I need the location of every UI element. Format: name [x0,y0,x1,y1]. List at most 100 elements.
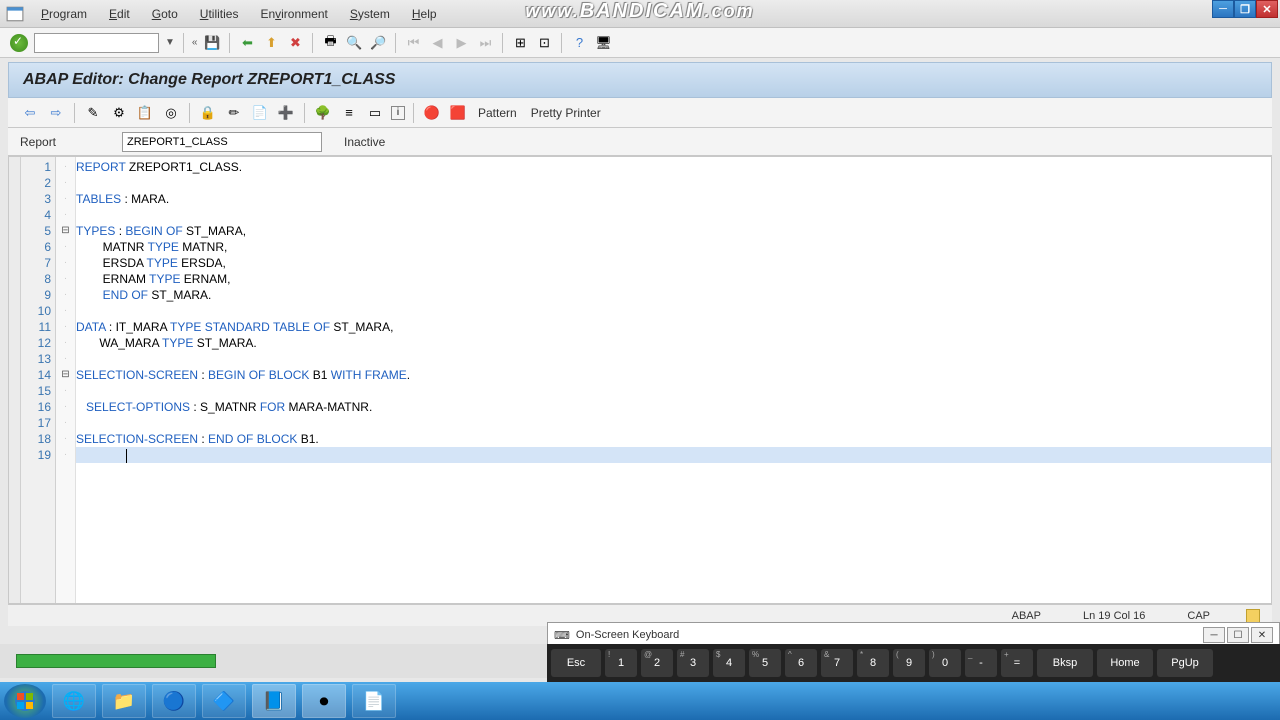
taskbar-sap-icon[interactable]: 📘 [252,684,296,718]
report-name-input[interactable] [122,132,322,152]
key-esc[interactable]: Esc [551,649,601,677]
key-=[interactable]: += [1001,649,1033,677]
key-4[interactable]: $4 [713,649,745,677]
taskbar-chrome-icon[interactable]: 🔵 [152,684,196,718]
check-icon[interactable]: 📋 [135,104,155,122]
last-page-icon[interactable]: ⏭ [476,34,494,52]
save-icon[interactable]: 💾 [203,34,221,52]
status-cap: CAP [1181,610,1216,622]
enter-icon[interactable] [10,34,28,52]
chevron-left-icon[interactable]: « [192,37,198,48]
shortcut-icon[interactable]: ⊡ [535,34,553,52]
report-label: Report [20,135,110,149]
other-object-icon[interactable]: ✎ [83,104,103,122]
print-icon[interactable]: 🖶 [321,34,339,52]
key-9[interactable]: (9 [893,649,925,677]
next-page-icon[interactable]: ▶ [452,34,470,52]
key-5[interactable]: %5 [749,649,781,677]
hierarchy-icon[interactable]: 🌳 [313,104,333,122]
menu-goto[interactable]: Goto [145,5,185,23]
report-bar: Report Inactive [8,128,1272,156]
breakpoint-icon[interactable]: ▭ [365,104,385,122]
key-8[interactable]: *8 [857,649,889,677]
menu-bar: Program Edit Goto Utilities Environment … [30,5,448,23]
osk-close-button[interactable]: ✕ [1251,627,1273,643]
help-icon[interactable]: ? [570,34,588,52]
standard-toolbar: ▼ « 💾 ⬅ ⬆ ✖ 🖶 🔍 🔎 ⏮ ◀ ▶ ⏭ ⊞ ⊡ ? 🖥 [0,28,1280,58]
osk-maximize-button[interactable]: ☐ [1227,627,1249,643]
key-6[interactable]: ^6 [785,649,817,677]
key-7[interactable]: &7 [821,649,853,677]
title-bar: Program Edit Goto Utilities Environment … [0,0,1280,28]
taskbar-word-icon[interactable]: 📄 [352,684,396,718]
code-area[interactable]: REPORT ZREPORT1_CLASS. TABLES : MARA. TY… [76,157,1271,603]
new-session-icon[interactable]: ⊞ [511,34,529,52]
key-2[interactable]: @2 [641,649,673,677]
status-position: Ln 19 Col 16 [1077,610,1151,622]
status-lang: ABAP [1006,610,1047,622]
taskbar-explorer-icon[interactable]: 📁 [102,684,146,718]
where-used-icon[interactable]: ✏ [224,104,244,122]
bp-session-icon[interactable]: 🔴 [422,104,442,122]
arrow-right-icon[interactable]: ⇨ [46,104,66,122]
find-next-icon[interactable]: 🔎 [369,34,387,52]
dropdown-icon[interactable]: ▼ [165,37,175,48]
code-editor[interactable]: 12345678910111213141516171819 ····⊟·····… [8,156,1272,604]
menu-utilities[interactable]: Utilities [193,5,246,23]
fold-gutter: ····⊟········⊟····· [56,157,76,603]
key-0[interactable]: )0 [929,649,961,677]
key-bksp[interactable]: Bksp [1037,649,1093,677]
bp-external-icon[interactable]: 🟥 [448,104,468,122]
watermark: www.BANDICAM.com [525,0,754,23]
key-1[interactable]: !1 [605,649,637,677]
exit-icon[interactable]: ⬆ [262,34,280,52]
maximize-button[interactable]: ❐ [1234,0,1256,18]
back-icon[interactable]: ⬅ [238,34,256,52]
osk-title-text: On-Screen Keyboard [576,629,679,641]
menu-environment[interactable]: Environment [253,5,334,23]
keyboard-icon: ⌨ [554,629,570,642]
on-screen-keyboard[interactable]: Esc!1@2#3$4%5^6&7*8(9)0_-+=BkspHomePgUp [547,644,1280,682]
taskbar-ie-icon[interactable]: 🌐 [52,684,96,718]
menu-program[interactable]: Program [34,5,94,23]
window-buttons: ─ ❐ ✕ [1212,0,1278,18]
line-gutter: 12345678910111213141516171819 [21,157,56,603]
key--[interactable]: _- [965,649,997,677]
menu-edit[interactable]: Edit [102,5,137,23]
key-3[interactable]: #3 [677,649,709,677]
test-icon[interactable]: 🔒 [198,104,218,122]
status-indicator-icon [1246,609,1260,623]
progress-bar [16,654,216,668]
prev-page-icon[interactable]: ◀ [428,34,446,52]
pattern-button[interactable]: Pattern [474,104,521,122]
page-title: ABAP Editor: Change Report ZREPORT1_CLAS… [8,62,1272,98]
find-icon[interactable]: 🔍 [345,34,363,52]
insert-icon[interactable]: ➕ [276,104,296,122]
start-button[interactable] [4,684,46,718]
command-field[interactable] [34,33,159,53]
info-icon[interactable]: i [391,106,405,120]
key-home[interactable]: Home [1097,649,1153,677]
ruler [9,157,21,603]
report-status: Inactive [344,135,385,149]
pretty-printer-button[interactable]: Pretty Printer [527,104,605,122]
first-page-icon[interactable]: ⏮ [404,34,422,52]
enhance-icon[interactable]: ⚙ [109,104,129,122]
cancel-icon[interactable]: ✖ [286,34,304,52]
display-icon[interactable]: 📄 [250,104,270,122]
set-icon[interactable]: ≡ [339,104,359,122]
minimize-button[interactable]: ─ [1212,0,1234,18]
menu-system[interactable]: System [343,5,397,23]
taskbar-bandicam-icon[interactable]: ⏺ [302,684,346,718]
menu-help[interactable]: Help [405,5,444,23]
app-toolbar: ⇦ ⇨ ✎ ⚙ 📋 ◎ 🔒 ✏ 📄 ➕ 🌳 ≡ ▭ i 🔴 🟥 Pattern … [8,98,1272,128]
key-pgup[interactable]: PgUp [1157,649,1213,677]
close-button[interactable]: ✕ [1256,0,1278,18]
layout-icon[interactable]: 🖥 [594,34,612,52]
activate-icon[interactable]: ◎ [161,104,181,122]
arrow-left-icon[interactable]: ⇦ [20,104,40,122]
osk-minimize-button[interactable]: ─ [1203,627,1225,643]
taskbar-app1-icon[interactable]: 🔷 [202,684,246,718]
app-icon [6,5,24,23]
taskbar[interactable]: 🌐 📁 🔵 🔷 📘 ⏺ 📄 [0,682,1280,720]
